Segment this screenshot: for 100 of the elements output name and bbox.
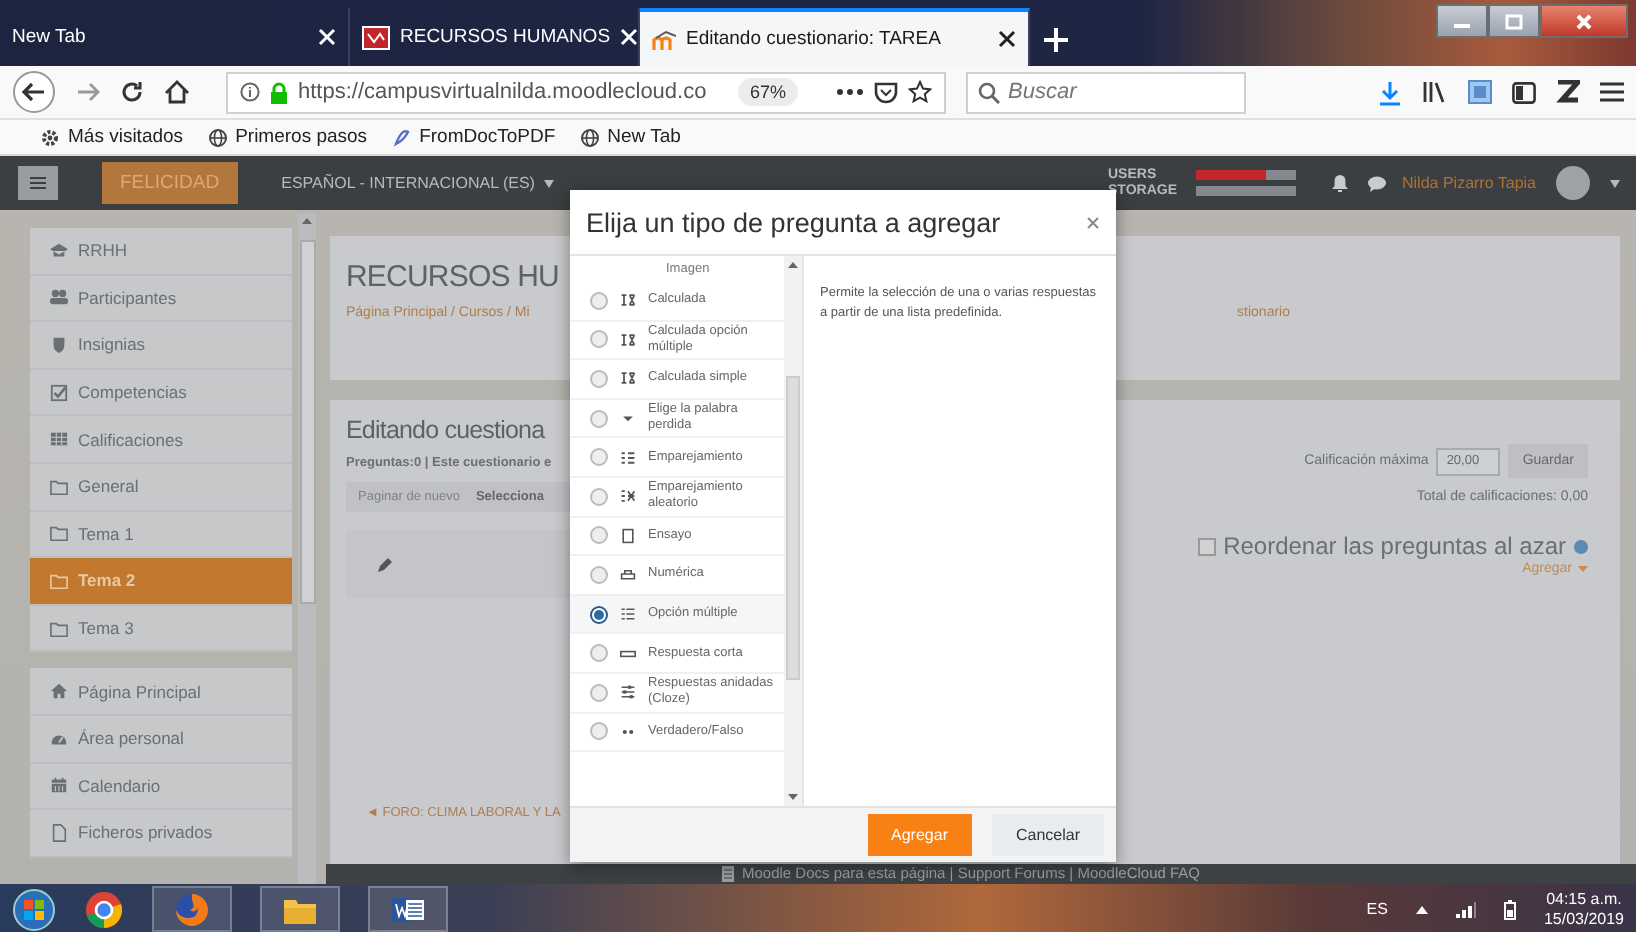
sidebar-item[interactable]: RRHH xyxy=(30,228,292,276)
signal-icon[interactable] xyxy=(1455,901,1476,917)
cancel-button[interactable]: Cancelar xyxy=(991,814,1104,856)
browser-tab[interactable]: Editando cuestionario: TAREA xyxy=(640,8,1030,66)
list-icon xyxy=(620,606,636,623)
scroll-down-icon xyxy=(788,794,798,800)
firefox-button[interactable] xyxy=(152,886,232,932)
dialog-title: Elija un tipo de pregunta a agregar xyxy=(586,207,1003,237)
graduation-cap-icon xyxy=(50,241,68,260)
sidebar-item[interactable]: Ficheros privados xyxy=(30,810,292,858)
shuffle-icon xyxy=(620,488,636,505)
caret-icon[interactable] xyxy=(1610,179,1620,187)
scrollbar-thumb[interactable] xyxy=(786,376,800,680)
tray-arrow-icon[interactable] xyxy=(1415,905,1428,913)
folder-button[interactable] xyxy=(260,886,340,932)
close-window-button[interactable] xyxy=(1540,4,1628,38)
z-letter-icon[interactable] xyxy=(1556,80,1580,104)
formula-icon xyxy=(620,331,636,348)
menu-icon[interactable] xyxy=(1600,82,1624,102)
language-menu[interactable]: ESPAÑOL - INTERNACIONAL (ES) xyxy=(281,174,555,192)
matching-icon xyxy=(620,449,636,466)
radio-button[interactable] xyxy=(590,291,608,310)
minimize-button[interactable] xyxy=(1436,4,1488,38)
sidebar-item[interactable]: Competencias xyxy=(30,369,292,417)
radio-button[interactable] xyxy=(590,330,608,349)
download-icon[interactable] xyxy=(1378,79,1402,105)
bookmark-link[interactable]: Más visitados xyxy=(68,126,184,148)
sidebar-item[interactable]: Área personal xyxy=(30,715,292,764)
radio-button[interactable] xyxy=(590,409,608,428)
radio-button[interactable] xyxy=(590,722,608,741)
scrollbar[interactable] xyxy=(298,214,316,884)
checkbox-icon xyxy=(50,383,68,402)
maximize-button[interactable] xyxy=(1488,4,1540,38)
bell-icon[interactable] xyxy=(1332,174,1348,192)
word-button[interactable] xyxy=(368,886,448,932)
firefox-icon xyxy=(174,891,210,927)
avatar[interactable] xyxy=(1556,166,1590,200)
back-icon[interactable] xyxy=(12,70,56,114)
radio-button[interactable] xyxy=(590,369,608,388)
shuffle-label: Reordenar las preguntas al azar xyxy=(1223,532,1566,560)
scrollbar[interactable] xyxy=(784,256,804,806)
lock-icon xyxy=(270,81,288,103)
shuffle-checkbox[interactable] xyxy=(1197,537,1216,555)
home-icon[interactable] xyxy=(164,80,190,104)
radio-button[interactable] xyxy=(590,487,608,506)
text-field-icon xyxy=(620,645,636,662)
new-tab-plus-icon[interactable] xyxy=(1042,26,1070,54)
chrome-logo-icon[interactable] xyxy=(84,889,124,929)
bookmark-link[interactable]: New Tab xyxy=(607,126,681,148)
sidebar-icon[interactable] xyxy=(1512,81,1536,103)
folder-icon xyxy=(50,619,68,638)
sidebar-item[interactable]: Calendario xyxy=(30,763,292,811)
sidebar-item[interactable]: Página Principal xyxy=(30,668,292,716)
radio-button[interactable] xyxy=(590,605,608,624)
star-icon[interactable] xyxy=(908,80,932,104)
chat-icon[interactable] xyxy=(1368,175,1386,191)
sidebar-item[interactable]: General xyxy=(30,463,292,512)
scrollbar-thumb[interactable] xyxy=(299,240,315,604)
maximize-icon xyxy=(1504,13,1524,29)
more-icon[interactable] xyxy=(836,88,864,96)
people-icon xyxy=(50,288,68,307)
reload-icon[interactable] xyxy=(120,80,144,104)
page-title: Editando cuestiona xyxy=(346,416,545,444)
folder-icon xyxy=(50,524,68,543)
language-indicator[interactable]: ES xyxy=(1366,900,1388,918)
radio-button[interactable] xyxy=(590,565,608,584)
sidebar-item[interactable]: Tema 3 xyxy=(30,605,292,653)
folder-icon xyxy=(50,571,68,590)
pocket-icon[interactable] xyxy=(874,81,898,103)
globe-icon xyxy=(207,127,228,147)
formula-icon xyxy=(620,370,636,387)
gear-icon xyxy=(40,127,60,147)
calendar-icon xyxy=(50,776,68,795)
info-icon xyxy=(240,82,260,102)
clock[interactable]: 04:15 a.m. 15/03/2019 xyxy=(1543,889,1624,929)
close-icon xyxy=(1574,13,1594,29)
radio-button[interactable] xyxy=(590,683,608,702)
search-icon xyxy=(978,81,1000,103)
start-orb-icon[interactable] xyxy=(12,887,56,931)
radio-button[interactable] xyxy=(590,448,608,467)
forward-icon[interactable] xyxy=(76,80,100,104)
zoom-level[interactable]: 67% xyxy=(737,78,798,106)
page-icon xyxy=(620,527,636,544)
search-field[interactable]: Buscar xyxy=(966,71,1246,113)
radio-button[interactable] xyxy=(590,644,608,663)
close-icon[interactable] xyxy=(998,30,1016,48)
menu-toggle-button[interactable] xyxy=(18,166,58,200)
home-icon xyxy=(50,682,68,701)
address-field[interactable]: https://campusvirtualnilda.moodlecloud.co 67% xyxy=(226,71,946,113)
sidebar-item[interactable]: Calificaciones xyxy=(30,416,292,464)
sidebar-item[interactable]: Participantes xyxy=(30,275,292,323)
library-icon[interactable] xyxy=(1422,80,1448,104)
battery-icon[interactable] xyxy=(1503,899,1516,919)
radio-button[interactable] xyxy=(590,526,608,545)
shield-icon xyxy=(50,335,68,354)
sidebar-item[interactable]: Insignias xyxy=(30,322,292,370)
bookmark-link[interactable]: FromDocToPDF xyxy=(419,126,556,148)
formula-icon xyxy=(620,292,636,309)
pencil-icon[interactable] xyxy=(378,557,392,571)
bookmark-link[interactable]: Primeros pasos xyxy=(235,126,368,148)
